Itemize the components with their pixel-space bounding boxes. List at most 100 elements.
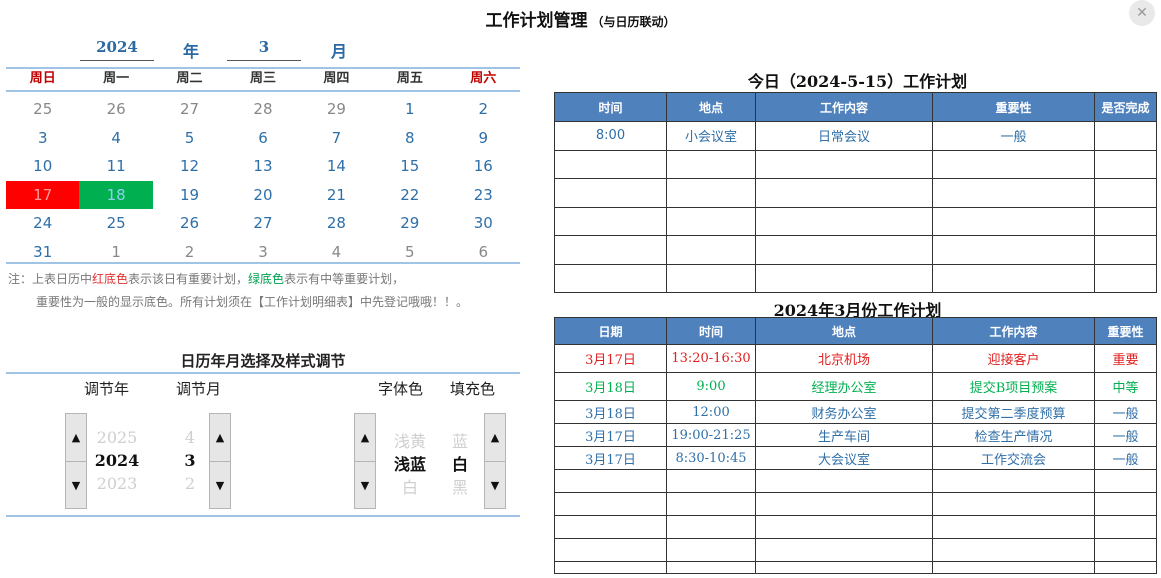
table-cell[interactable]: 一般: [1094, 423, 1157, 447]
calendar-day[interactable]: 6: [226, 124, 299, 153]
calendar-day[interactable]: 29: [300, 95, 373, 124]
calendar-day[interactable]: 20: [226, 181, 299, 210]
calendar-day[interactable]: 14: [300, 152, 373, 181]
table-cell[interactable]: 中等: [1094, 372, 1157, 401]
table-row: 3月18日 12:00 财务办公室 提交第二季度预算 一般: [554, 400, 1157, 424]
table-cell[interactable]: 一般: [1094, 446, 1157, 470]
close-icon[interactable]: ✕: [1129, 0, 1155, 26]
calendar-day[interactable]: 15: [373, 152, 446, 181]
calendar-day[interactable]: 25: [6, 95, 79, 124]
table-cell[interactable]: 3月18日: [554, 372, 667, 401]
calendar-day[interactable]: 10: [6, 152, 79, 181]
table-row: 8:00 小会议室 日常会议 一般: [554, 121, 1157, 151]
table-cell[interactable]: 经理办公室: [755, 372, 933, 401]
calendar-day[interactable]: 9: [447, 124, 520, 153]
month-down-icon[interactable]: ▼: [210, 462, 230, 509]
calendar-day[interactable]: 26: [153, 209, 226, 238]
table-header-row: 时间 地点 工作内容 重要性 是否完成: [554, 92, 1157, 122]
calendar-week: 24 25 26 27 28 29 30: [6, 209, 520, 238]
table-cell[interactable]: 大会议室: [755, 446, 933, 470]
table-cell[interactable]: 8:00: [554, 121, 667, 151]
table-cell[interactable]: 生产车间: [755, 423, 933, 447]
calendar-weekday-header: 周日 周一 周二 周三 周四 周五 周六: [6, 68, 520, 92]
table-cell[interactable]: 财务办公室: [755, 400, 933, 424]
table-cell[interactable]: 提交B项目预案: [932, 372, 1095, 401]
table-cell[interactable]: 一般: [1094, 400, 1157, 424]
table-row-empty: [554, 561, 1157, 574]
calendar-day[interactable]: 27: [153, 95, 226, 124]
calendar-day[interactable]: 26: [79, 95, 152, 124]
calendar-day[interactable]: 23: [447, 181, 520, 210]
table-cell[interactable]: 8:30-10:45: [666, 446, 756, 470]
calendar-day[interactable]: 25: [79, 209, 152, 238]
calendar-day-important[interactable]: 17: [6, 180, 80, 210]
table-cell[interactable]: 3月18日: [554, 400, 667, 424]
table-cell[interactable]: 小会议室: [666, 121, 756, 151]
table-cell[interactable]: 一般: [932, 121, 1095, 151]
table-row-empty: [554, 178, 1157, 208]
month-spinner[interactable]: ▲ ▼: [209, 413, 231, 509]
font-color-up-icon[interactable]: ▲: [355, 414, 375, 462]
table-cell[interactable]: 工作交流会: [932, 446, 1095, 470]
year-down-icon[interactable]: ▼: [66, 462, 86, 509]
calendar-day[interactable]: 2: [447, 95, 520, 124]
month-up-icon[interactable]: ▲: [210, 414, 230, 462]
calendar-day[interactable]: 22: [373, 181, 446, 210]
fill-color-up-icon[interactable]: ▲: [485, 414, 505, 462]
table-cell[interactable]: 13:20-16:30: [666, 344, 756, 373]
table-cell[interactable]: [1094, 121, 1157, 151]
fill-color-down-icon[interactable]: ▼: [485, 462, 505, 509]
table-cell[interactable]: 12:00: [666, 400, 756, 424]
fill-color-spinner[interactable]: ▲ ▼: [484, 413, 506, 509]
calendar-day[interactable]: 12: [153, 152, 226, 181]
fill-color-next-value: 黑: [451, 478, 468, 497]
calendar-day[interactable]: 28: [226, 95, 299, 124]
year-up-icon[interactable]: ▲: [66, 414, 86, 462]
calendar-day-medium[interactable]: 18: [79, 180, 153, 210]
table-cell[interactable]: 3月17日: [554, 423, 667, 447]
table-cell[interactable]: 迎接客户: [932, 344, 1095, 373]
calendar-week: 17 18 19 20 21 22 23: [6, 180, 520, 210]
page-title-sub: （与日历联动）: [591, 15, 676, 29]
table-cell[interactable]: 3月17日: [554, 344, 667, 373]
calendar-day[interactable]: 29: [373, 209, 446, 238]
table-cell[interactable]: 重要: [1094, 344, 1157, 373]
table-cell[interactable]: 检查生产情况: [932, 423, 1095, 447]
calendar-day[interactable]: 5: [153, 124, 226, 153]
calendar-day[interactable]: 24: [6, 209, 79, 238]
col-header-time: 时间: [666, 317, 756, 345]
table-cell[interactable]: 3月17日: [554, 446, 667, 470]
font-color-down-icon[interactable]: ▼: [355, 462, 375, 509]
calendar-day[interactable]: 30: [447, 209, 520, 238]
year-label: 年: [183, 42, 200, 61]
col-header-location: 地点: [755, 317, 933, 345]
table-cell[interactable]: 提交第二季度预算: [932, 400, 1095, 424]
table-cell[interactable]: 日常会议: [755, 121, 933, 151]
calendar-day[interactable]: 3: [6, 124, 79, 153]
year-spinner[interactable]: ▲ ▼: [65, 413, 87, 509]
table-cell[interactable]: 19:00-21:25: [666, 423, 756, 447]
table-cell[interactable]: 北京机场: [755, 344, 933, 373]
calendar-day[interactable]: 28: [300, 209, 373, 238]
table-row-empty: [554, 492, 1157, 516]
calendar-day[interactable]: 7: [300, 124, 373, 153]
calendar-day[interactable]: 13: [226, 152, 299, 181]
page-title-main: 工作计划管理: [485, 11, 588, 31]
calendar-day[interactable]: 11: [79, 152, 152, 181]
table-row-empty: [554, 235, 1157, 265]
calendar-day[interactable]: 21: [300, 181, 373, 210]
weekday-sun: 周日: [29, 71, 56, 86]
calendar-day[interactable]: 19: [153, 181, 226, 210]
table-row-empty: [554, 469, 1157, 493]
page-title: 工作计划管理 （与日历联动）: [0, 6, 1161, 31]
col-header-importance: 重要性: [1094, 317, 1157, 345]
adjust-month-label: 调节月: [176, 380, 222, 398]
calendar-day[interactable]: 16: [447, 152, 520, 181]
calendar-day[interactable]: 1: [373, 95, 446, 124]
calendar-day[interactable]: 4: [79, 124, 152, 153]
calendar-day[interactable]: 27: [226, 209, 299, 238]
calendar-day[interactable]: 8: [373, 124, 446, 153]
font-color-spinner[interactable]: ▲ ▼: [354, 413, 376, 509]
table-cell[interactable]: 9:00: [666, 372, 756, 401]
year-prev-value: 2025: [96, 428, 138, 447]
